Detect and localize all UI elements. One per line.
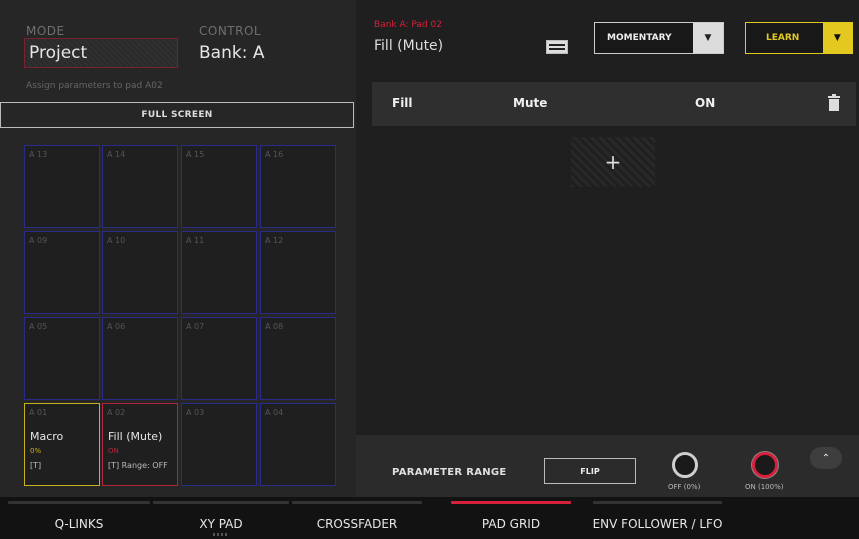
pad-number: A 12 xyxy=(265,236,284,245)
pad-number: A 08 xyxy=(265,322,284,331)
pad-a12[interactable]: A 12 xyxy=(260,231,336,314)
bank-pad-label: Bank A: Pad 02 xyxy=(374,20,442,30)
assignment-param: Mute xyxy=(513,96,548,110)
pad-number: A 16 xyxy=(265,150,284,159)
pad-number: A 04 xyxy=(265,408,284,417)
pad-number: A 01 xyxy=(29,408,48,417)
trash-icon[interactable] xyxy=(828,94,840,112)
tab-label: Q-LINKS xyxy=(54,517,104,531)
tab-indicator xyxy=(593,501,722,504)
pad-grid: A 13 A 14 A 15 A 16 A 09 A 10 A 11 A 12 … xyxy=(24,145,336,486)
tab-label: CROSSFADER xyxy=(316,517,398,531)
keyboard-icon[interactable] xyxy=(546,40,568,54)
assignment-value: ON xyxy=(695,96,716,110)
chevron-down-icon[interactable]: ▼ xyxy=(822,23,852,53)
pad-name: Macro xyxy=(30,430,64,443)
pad-meta: [T] xyxy=(30,461,42,470)
pad-value: 0% xyxy=(30,447,42,455)
assignment-row[interactable]: Fill Mute ON xyxy=(372,82,856,126)
pad-a15[interactable]: A 15 xyxy=(181,145,257,228)
pad-number: A 09 xyxy=(29,236,48,245)
pad-meta: [T] Range: OFF xyxy=(108,461,168,470)
tab-pad-grid[interactable]: PAD GRID xyxy=(443,497,579,539)
pad-a07[interactable]: A 07 xyxy=(181,317,257,400)
right-panel: Bank A: Pad 02 Fill (Mute) MOMENTARY ▼ L… xyxy=(356,0,859,497)
tab-crossfader[interactable]: CROSSFADER xyxy=(284,497,430,539)
pad-name: Fill (Mute) xyxy=(108,430,163,443)
pad-title: Fill (Mute) xyxy=(374,38,444,54)
pad-number: A 06 xyxy=(107,322,126,331)
full-screen-button[interactable]: FULL SCREEN xyxy=(0,102,354,128)
page-dots xyxy=(213,533,229,536)
parameter-range-label: PARAMETER RANGE xyxy=(392,467,507,478)
learn-label: LEARN xyxy=(766,33,800,43)
assignment-target: Fill xyxy=(392,96,413,110)
mode-label: MODE xyxy=(26,24,65,38)
assign-hint: Assign parameters to pad A02 xyxy=(26,81,163,91)
range-min-label: OFF (0%) xyxy=(668,483,701,491)
pad-a05[interactable]: A 05 xyxy=(24,317,100,400)
tab-indicator xyxy=(292,501,422,504)
tab-bar: Q-LINKS XY PAD CROSSFADER PAD GRID ENV F… xyxy=(0,497,859,539)
range-max-label: ON (100%) xyxy=(745,483,784,491)
pad-a02[interactable]: A 02 Fill (Mute) ON [T] Range: OFF xyxy=(102,403,178,486)
mode-dropdown-value: MOMENTARY xyxy=(607,33,672,43)
chevron-down-icon[interactable]: ▼ xyxy=(693,23,723,53)
control-label: CONTROL xyxy=(199,24,262,38)
pad-a11[interactable]: A 11 xyxy=(181,231,257,314)
tab-label: XY PAD xyxy=(199,517,243,531)
range-min-knob[interactable] xyxy=(672,452,698,478)
pad-value: ON xyxy=(108,447,119,455)
pad-a01[interactable]: A 01 Macro 0% [T] xyxy=(24,403,100,486)
mode-value: Project xyxy=(29,43,88,63)
pad-a14[interactable]: A 14 xyxy=(102,145,178,228)
mode-dropdown[interactable]: MOMENTARY ▼ xyxy=(594,22,724,54)
pad-number: A 07 xyxy=(186,322,205,331)
tab-indicator xyxy=(8,501,150,504)
pad-a08[interactable]: A 08 xyxy=(260,317,336,400)
add-assignment-button[interactable]: + xyxy=(571,137,655,187)
pad-number: A 02 xyxy=(107,408,126,417)
pad-a06[interactable]: A 06 xyxy=(102,317,178,400)
pad-number: A 15 xyxy=(186,150,205,159)
pad-number: A 05 xyxy=(29,322,48,331)
parameter-range-bar: PARAMETER RANGE FLIP OFF (0%) ON (100%) … xyxy=(356,435,859,497)
tab-label: PAD GRID xyxy=(481,517,541,531)
left-panel: MODE Project CONTROL Bank: A Assign para… xyxy=(0,0,356,497)
control-value[interactable]: Bank: A xyxy=(199,43,264,63)
pad-number: A 10 xyxy=(107,236,126,245)
pad-number: A 03 xyxy=(186,408,205,417)
pad-number: A 13 xyxy=(29,150,48,159)
chevron-up-icon[interactable]: ⌃ xyxy=(810,447,842,469)
pad-a04[interactable]: A 04 xyxy=(260,403,336,486)
mode-selector[interactable]: Project xyxy=(24,38,178,68)
pad-number: A 11 xyxy=(186,236,205,245)
tab-label: ENV FOLLOWER / LFO xyxy=(592,517,723,531)
tab-indicator xyxy=(153,501,289,504)
range-max-knob[interactable] xyxy=(752,452,778,478)
tab-indicator xyxy=(451,501,571,504)
flip-button[interactable]: FLIP xyxy=(544,458,636,484)
tab-env-follower-lfo[interactable]: ENV FOLLOWER / LFO xyxy=(585,497,730,539)
pad-a03[interactable]: A 03 xyxy=(181,403,257,486)
learn-button[interactable]: LEARN ▼ xyxy=(745,22,853,54)
pad-a09[interactable]: A 09 xyxy=(24,231,100,314)
pad-a16[interactable]: A 16 xyxy=(260,145,336,228)
pad-a10[interactable]: A 10 xyxy=(102,231,178,314)
pad-number: A 14 xyxy=(107,150,126,159)
tab-q-links[interactable]: Q-LINKS xyxy=(0,497,158,539)
pad-a13[interactable]: A 13 xyxy=(24,145,100,228)
